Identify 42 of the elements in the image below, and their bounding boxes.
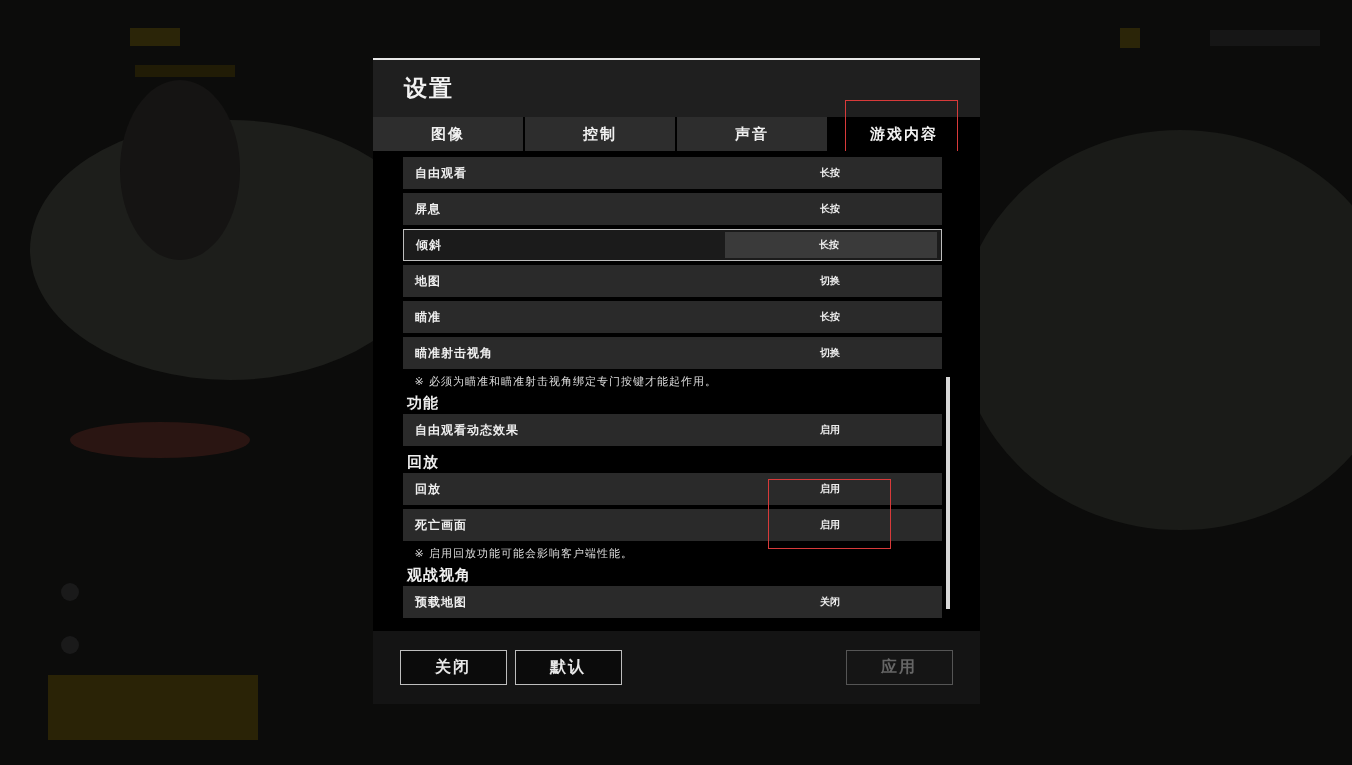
- setting-row[interactable]: 倾斜 长按: [402, 229, 942, 261]
- setting-row[interactable]: 地图 切换: [402, 265, 942, 297]
- setting-row[interactable]: 回放 启用: [402, 473, 942, 505]
- setting-label: 瞄准射击视角: [413, 344, 494, 362]
- setting-value[interactable]: 启用: [725, 475, 938, 503]
- setting-row[interactable]: 瞄准射击视角 切换: [402, 337, 942, 369]
- setting-label: 回放: [413, 480, 442, 498]
- setting-label: 倾斜: [414, 236, 443, 254]
- setting-label: 自由观看: [413, 164, 468, 182]
- setting-label: 屏息: [413, 200, 442, 218]
- setting-row[interactable]: 瞄准 长按: [402, 301, 942, 333]
- dialog-button[interactable]: 关闭: [399, 650, 507, 685]
- setting-value[interactable]: 关闭: [725, 588, 938, 616]
- setting-value[interactable]: 长按: [725, 195, 938, 223]
- section-heading: 回放: [405, 452, 440, 473]
- note-text: ※ 启用回放功能可能会影响客户端性能。: [413, 546, 635, 562]
- setting-value[interactable]: 长按: [724, 232, 937, 258]
- setting-value[interactable]: 启用: [725, 416, 938, 444]
- tab[interactable]: 图像: [372, 117, 523, 151]
- section-heading: 功能: [405, 393, 440, 414]
- setting-row[interactable]: 预载地图 关闭: [402, 586, 942, 618]
- tab[interactable]: 声音: [677, 117, 828, 151]
- setting-row[interactable]: 死亡画面 启用: [402, 509, 942, 541]
- setting-label: 预载地图: [413, 593, 468, 611]
- setting-row[interactable]: 自由观看动态效果 启用: [402, 414, 942, 446]
- setting-value[interactable]: 启用: [725, 511, 938, 539]
- setting-value[interactable]: 长按: [725, 159, 938, 187]
- dialog-button[interactable]: 默认: [514, 650, 622, 685]
- setting-value[interactable]: 切换: [725, 267, 938, 295]
- setting-row[interactable]: 屏息 长按: [402, 193, 942, 225]
- setting-label: 自由观看动态效果: [413, 421, 520, 439]
- setting-label: 死亡画面: [413, 516, 468, 534]
- setting-value[interactable]: 切换: [725, 339, 938, 367]
- setting-value[interactable]: 长按: [725, 303, 938, 331]
- tab[interactable]: 控制: [524, 117, 675, 151]
- setting-row[interactable]: 自由观看 长按: [402, 157, 942, 189]
- window-title: 设置: [403, 74, 454, 103]
- setting-label: 地图: [413, 272, 442, 290]
- setting-label: 瞄准: [413, 308, 442, 326]
- section-heading: 观战视角: [405, 565, 472, 586]
- scrollbar[interactable]: [945, 377, 950, 609]
- note-text: ※ 必须为瞄准和瞄准射击视角绑定专门按键才能起作用。: [413, 374, 719, 390]
